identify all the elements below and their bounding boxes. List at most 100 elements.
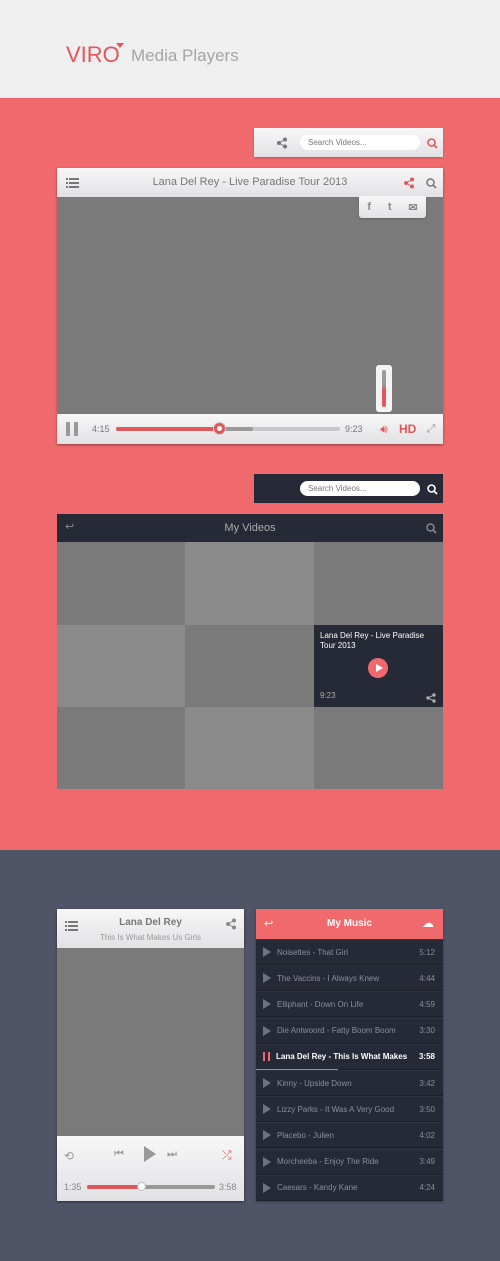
search-bar-light: [254, 128, 443, 157]
play-icon: [263, 1104, 271, 1115]
gallery-header: ↩ My Videos: [57, 514, 443, 542]
progress-fill: [116, 427, 220, 431]
fullscreen-icon[interactable]: ⤢: [424, 422, 438, 436]
share-icon[interactable]: [274, 135, 290, 151]
twitter-icon[interactable]: t: [388, 201, 392, 213]
track-duration: 3:49: [419, 1157, 435, 1167]
track-row[interactable]: Caesars - Kandy Kane 4:24: [256, 1174, 443, 1201]
duration: 3:58: [219, 1182, 237, 1192]
player-controls: 4:15 9:23 🔊︎ HD ⤢: [57, 414, 443, 444]
track-row[interactable]: Die Antwoord - Fatty Boom Boom 3:30: [256, 1017, 443, 1044]
logo: VIRO: [66, 42, 120, 67]
play-icon: [375, 664, 383, 672]
hd-button[interactable]: HD: [399, 422, 416, 436]
song-title: This Is What Makes Us Girls: [100, 933, 201, 942]
logo-mark-icon: [116, 43, 124, 48]
track-name: Noisettes - That Girl: [277, 947, 348, 957]
track-duration: 3:50: [419, 1104, 435, 1114]
play-icon: [263, 1182, 271, 1193]
seek-bar[interactable]: [87, 1183, 215, 1190]
track-row[interactable]: Placebo - Julien 4:02: [256, 1122, 443, 1149]
track-row[interactable]: The Vaccins - I Always Knew 4:44: [256, 965, 443, 992]
facebook-icon[interactable]: f: [367, 201, 371, 213]
mail-icon[interactable]: ✉: [408, 201, 417, 214]
search-input[interactable]: [300, 135, 420, 150]
track-row[interactable]: Morcheeba - Enjoy The Ride 3:49: [256, 1148, 443, 1175]
volume-icon[interactable]: 🔊︎: [376, 421, 392, 437]
seek-handle[interactable]: [214, 423, 226, 434]
play-icon: [263, 999, 271, 1010]
share-icon[interactable]: [225, 917, 237, 935]
play-button[interactable]: [368, 658, 388, 678]
track-name: Kinny - Upside Down: [277, 1078, 352, 1088]
video-thumb[interactable]: [57, 625, 185, 707]
video-thumb[interactable]: [185, 707, 314, 789]
search-icon[interactable]: [423, 520, 439, 536]
track-row[interactable]: Kinny - Upside Down 3:42: [256, 1070, 443, 1096]
search-icon[interactable]: [423, 175, 439, 191]
track-duration: 3:30: [419, 1026, 435, 1036]
video-thumb[interactable]: [57, 707, 185, 789]
play-icon: [263, 1130, 271, 1141]
video-thumb[interactable]: [57, 542, 185, 625]
pause-icon[interactable]: [66, 422, 78, 436]
gallery-title: My Videos: [224, 522, 276, 534]
video-gallery: ↩ My Videos Lana Del Rey - Live Paradise…: [57, 514, 443, 789]
seek-handle[interactable]: [137, 1183, 145, 1190]
volume-slider[interactable]: [376, 365, 392, 412]
track-name: Lizzy Parks - It Was A Very Good: [277, 1104, 395, 1114]
track-row[interactable]: Elliphant - Down On Life 4:59: [256, 991, 443, 1018]
duration: 9:23: [345, 424, 363, 434]
search-icon[interactable]: [424, 481, 440, 497]
play-icon[interactable]: [144, 1146, 156, 1162]
video-thumb[interactable]: [185, 625, 314, 707]
video-thumb[interactable]: [314, 542, 443, 625]
track-duration: 4:24: [419, 1183, 435, 1193]
play-icon: [263, 1025, 271, 1036]
share-icon[interactable]: [426, 690, 436, 708]
previous-icon[interactable]: ⏮︎: [114, 1148, 124, 1161]
video-thumb[interactable]: [314, 707, 443, 789]
share-icon[interactable]: [401, 175, 417, 191]
thumb-title: Lana Del Rey - Live Paradise Tour 2013: [320, 631, 425, 650]
track-duration: 4:02: [419, 1130, 435, 1140]
track-name: Caesars - Kandy Kane: [277, 1183, 358, 1193]
current-time: 1:35: [64, 1182, 82, 1192]
track-name: Lana Del Rey - This Is What Makes: [276, 1052, 408, 1062]
music-player-header: Lana Del Rey This Is What Makes Us Girls: [57, 909, 244, 948]
cloud-download-icon[interactable]: ☁: [422, 916, 434, 930]
video-player: Lana Del Rey - Live Paradise Tour 2013 f…: [57, 168, 443, 444]
search-input[interactable]: [300, 481, 420, 496]
track-duration: 3:42: [419, 1078, 435, 1088]
artist-name: Lana Del Rey: [119, 917, 182, 928]
track-name: Die Antwoord - Fatty Boom Boom: [277, 1026, 396, 1036]
search-bar-dark: [254, 474, 443, 503]
album-art: [57, 948, 244, 1136]
play-icon: [263, 1156, 271, 1167]
next-icon[interactable]: ⏭︎: [167, 1148, 177, 1161]
play-icon: [263, 973, 271, 984]
track-name: Elliphant - Down On Life: [277, 999, 364, 1009]
search-icon[interactable]: [424, 135, 440, 151]
shuffle-icon[interactable]: ⤮: [222, 1148, 232, 1163]
video-thumb-hover[interactable]: Lana Del Rey - Live Paradise Tour 2013 9…: [314, 625, 443, 707]
video-title: Lana Del Rey - Live Paradise Tour 2013: [152, 176, 348, 188]
track-row[interactable]: Noisettes - That Girl 5:12: [256, 939, 443, 965]
track-row[interactable]: Lizzy Parks - It Was A Very Good 3:50: [256, 1096, 443, 1123]
track-name: Morcheeba - Enjoy The Ride: [277, 1157, 379, 1167]
seek-bar[interactable]: [116, 423, 340, 434]
track-duration: 4:59: [419, 999, 435, 1009]
repeat-icon[interactable]: ⟲: [64, 1149, 74, 1163]
music-controls: ⟲ ⏮︎ ⏭︎ ⤮ 1:35 3:58: [57, 1136, 244, 1201]
music-list: ↩ My Music ☁ Noisettes - That Girl 5:12 Th…: [256, 909, 443, 1201]
play-icon: [263, 1078, 271, 1088]
track-row[interactable]: Lana Del Rey - This Is What Makes 3:58: [256, 1043, 443, 1070]
play-icon: [263, 947, 271, 957]
volume-fill: [382, 386, 386, 407]
share-popup: f t ✉: [359, 196, 426, 218]
thumb-duration: 9:23: [320, 691, 336, 700]
track-name: The Vaccins - I Always Knew: [277, 973, 380, 983]
player-header: Lana Del Rey - Live Paradise Tour 2013: [57, 168, 443, 197]
track-duration: 3:58: [418, 1052, 435, 1062]
video-thumb[interactable]: [185, 542, 314, 625]
